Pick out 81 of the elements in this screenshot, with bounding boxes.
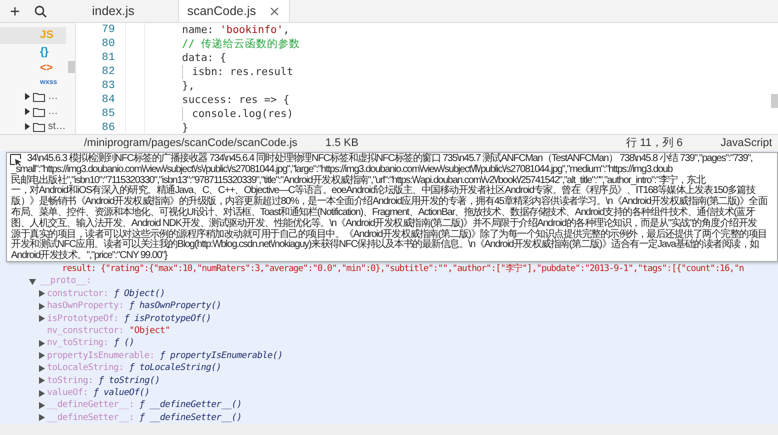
code-line: name: 'bookinfo', — [182, 23, 290, 37]
property-value: "Object" — [129, 324, 170, 338]
code-line: success: res => { — [182, 93, 290, 107]
caret-icon[interactable] — [39, 390, 45, 397]
caret-icon — [25, 93, 30, 100]
scrollbar-thumb[interactable] — [68, 61, 75, 73]
line-number: 82 — [100, 65, 115, 79]
line-number: 79 — [100, 23, 115, 37]
folder-item[interactable]: st… — [0, 119, 75, 134]
property-value: ƒ __defineSetter__() — [139, 412, 242, 424]
add-button[interactable]: + — [10, 2, 20, 20]
line-number: 86 — [100, 121, 115, 135]
scrollbar-thumb[interactable] — [771, 94, 778, 108]
property-name: toString: — [47, 374, 94, 387]
property-name: toLocaleString: — [47, 362, 124, 375]
editor-tab[interactable]: scanCode.js — [178, 0, 290, 22]
file-size: 1.5 KB — [325, 136, 358, 151]
code-line: }, — [182, 79, 196, 93]
tooltip-text: 民邮电出版社","isbn10":"7115320330","isbn13":"9787115320339","title":"Android开发权威指南","url":"https:\/\/api.douban.com\/v2\/book\/25741542","alt_title":"","author_intro":"李宁，东北 — [11, 176, 706, 186]
property-value: ƒ valueOf() — [93, 386, 150, 400]
language-mode[interactable]: JavaScript — [720, 134, 772, 152]
line-number: 85 — [100, 107, 115, 121]
console-line: result: {"rating":{"max":10,"numRaters":3,"average":"0.0","min":0},"subtitle":"","author":["李宁"],"pubdate":"2013-9-1","tags":[{"count":16,"n — [62, 263, 745, 276]
tooltip-text: 一，对Android和iOS有深入的研究。精通Java、C、C++、Objective—C等语言。eoeAndroid论坛版主、中国移动开发者社区Android专家。曾在《程序员》、IT168等媒体上发表150多篇技 — [11, 186, 756, 196]
property-value: ƒ propertyIsEnumerable() — [160, 350, 283, 362]
caret-icon — [25, 108, 30, 115]
property-name: nv_constructor: — [47, 324, 124, 338]
caret-icon[interactable] — [39, 377, 45, 384]
property-value: ƒ isPrototypeOf() — [124, 312, 212, 325]
code-line: data: { — [182, 51, 228, 65]
caret-icon[interactable] — [39, 364, 45, 372]
tooltip-text: 开发和测试NFC应用。读者可以关注我的Blog(http:\/\/blog.csdn.net\/nokiaguy)来获得NFC保持以及本书的最新信息。\n《Android开发权威指南(第二版)》适合有一定Java基础的读者阅读，如 — [11, 240, 759, 250]
property-name: __defineGetter__: — [47, 399, 134, 412]
property-name: isPrototypeOf: — [47, 312, 119, 325]
line-number: 84 — [100, 93, 115, 107]
caret-icon — [25, 123, 30, 130]
folder-icon — [33, 92, 45, 102]
editor-tab[interactable]: index.js — [76, 0, 178, 22]
caret-icon[interactable] — [39, 402, 45, 409]
property-name: __defineSetter__: — [47, 412, 134, 424]
property-value: ƒ __defineGetter__() — [139, 399, 242, 412]
property-value: ƒ () — [114, 337, 134, 350]
property-name: valueOf: — [47, 386, 88, 400]
code-line: isbn: res.result — [182, 65, 300, 79]
tooltip-text: 图、人机交互、输入法开发、Android NDK开发、测试驱动开发、性能优化等。\n《Android开发权威指南(第二版)》并不局限于介绍Android的各种理论知识，而是从"实战"的角度介绍开发 — [11, 218, 757, 229]
folder-item[interactable]: … — [0, 104, 75, 119]
property-value: ƒ Object() — [114, 288, 165, 300]
tooltip-text: 布局、菜单、控件、资源和本地化、可视化UI设计、对话框、Toast和通知栏(Notification)、Fragment、ActionBar、拖放技术、数据存储技术、Android支持的各种组件技术、通信技术(蓝牙 — [11, 208, 755, 218]
property-value: ƒ hasOwnProperty() — [129, 300, 222, 313]
property-value: ƒ toLocaleString() — [129, 362, 222, 375]
folder-icon — [33, 122, 45, 132]
property-value: ƒ toString() — [98, 374, 160, 387]
code-line: console.log(res) — [182, 107, 300, 121]
folder-icon — [33, 106, 45, 116]
tooltip-text: _small":"https://img3.doubanio.com\/view\/subject\/s\/public\/s27081044.jpg","large":"https://img3.doubanio.com\/view\/subject\/l\/public\/s27081044.jpg","medium":"https://img3.doub — [11, 164, 672, 175]
caret-icon[interactable] — [29, 278, 36, 285]
tooltip-text: 源于真实的项目，读者可以对这些示例的源程序稍加改动就可用于自己的项目中。《Android开发权威指南(第二版)》除了为每一个知识点提供完整的示例外，最后还提供了两个完整的项目 — [11, 230, 767, 240]
caret-icon[interactable] — [39, 290, 45, 298]
line-number: 83 — [100, 79, 115, 93]
tooltip-text: 版）》是畅销书《Android开发权威指南》的升级版，内容更新超过80%，是一本全面介绍Android应用开发的专著，拥有45章精彩内容供读者学习。\n《Android开发权威指南(第二版)》全面 — [11, 197, 768, 208]
property-name: propertyIsEnumerable: — [47, 350, 154, 362]
code-line: // 传递给云函数的参数 — [182, 37, 300, 51]
folder-item[interactable]: … — [0, 89, 75, 104]
tooltip-text: 34\n45.6.3 模拟检测到NFC标签的广播接收器 734\n45.6.4 同时处理物理NFC标签和虚拟NFC标签的窗口 735\n45.7 测试ANFCMan（TestANFCMan） 738\n45.8 小结 739","pages":"739", — [27, 154, 752, 164]
caret-icon[interactable] — [39, 352, 45, 360]
cursor-position: 行 11，列 6 — [626, 136, 683, 151]
property-name: hasOwnProperty: — [47, 300, 124, 313]
property-name: constructor: — [47, 288, 108, 300]
tooltip-text: Android开发技术。","price":"CNY 99.00"} — [11, 251, 168, 261]
caret-icon[interactable] — [39, 315, 45, 322]
search-icon[interactable] — [34, 4, 47, 18]
code-line: } — [182, 121, 190, 135]
file-path: /miniprogram/pages/scanCode/scanCode.js — [84, 136, 298, 151]
close-icon[interactable] — [270, 6, 279, 16]
line-number: 81 — [100, 51, 115, 65]
caret-icon[interactable] — [39, 414, 45, 422]
line-number: 80 — [100, 37, 115, 51]
cursor-icon — [10, 154, 22, 166]
property-name: nv_toString: — [47, 337, 108, 350]
caret-icon[interactable] — [39, 340, 45, 348]
caret-icon[interactable] — [39, 302, 45, 310]
